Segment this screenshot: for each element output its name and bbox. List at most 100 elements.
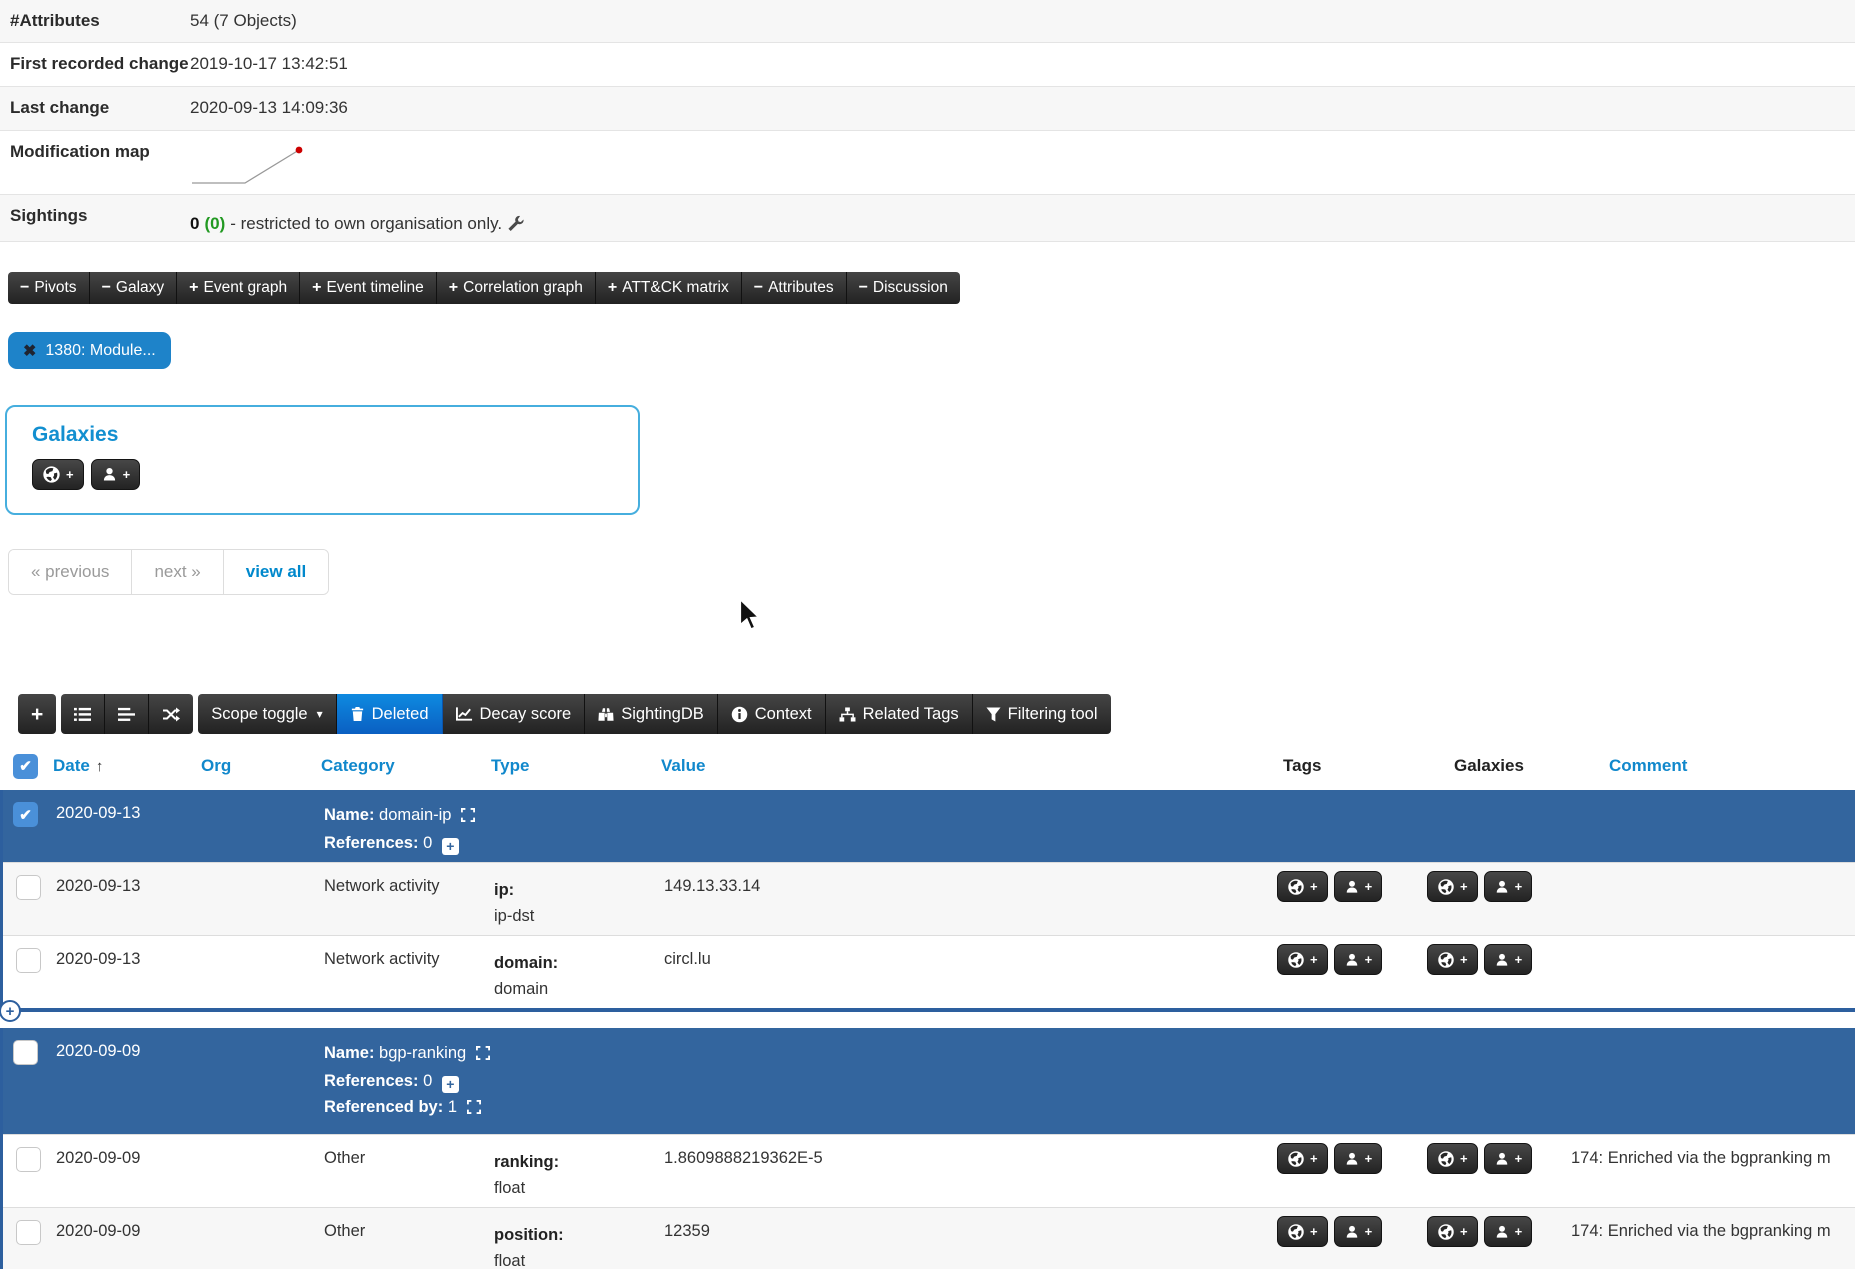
row-checkbox[interactable]: ✔ bbox=[13, 802, 38, 827]
view-toggle-bar: − Pivots − Galaxy + Event graph + Event … bbox=[8, 272, 960, 304]
summary-label: Last change bbox=[0, 87, 190, 130]
attributes-table-header: ✔ Date↑ Org Category Type Value Tags Gal… bbox=[0, 742, 1855, 790]
plus-icon: + bbox=[31, 704, 43, 725]
select-all-checkbox[interactable]: ✔ bbox=[13, 754, 38, 779]
add-attribute-button[interactable]: + bbox=[18, 694, 56, 734]
context-button[interactable]: Context bbox=[718, 694, 826, 734]
row-checkbox[interactable] bbox=[16, 1147, 41, 1172]
deleted-toggle-button[interactable]: Deleted bbox=[337, 694, 443, 734]
toggle-galaxy-button[interactable]: − Galaxy bbox=[90, 272, 178, 304]
check-icon: ✔ bbox=[19, 806, 32, 824]
add-local-galaxy-button[interactable]: + bbox=[1484, 944, 1533, 975]
summary-label: Sightings bbox=[0, 195, 190, 241]
chart-line-icon bbox=[456, 706, 473, 722]
plus-icon: + bbox=[1515, 1152, 1523, 1165]
add-global-tag-button[interactable]: + bbox=[1277, 1216, 1328, 1247]
sightingdb-button[interactable]: SightingDB bbox=[585, 694, 718, 734]
add-local-tag-button[interactable]: + bbox=[1334, 1216, 1383, 1247]
plus-icon: + bbox=[1365, 953, 1373, 966]
toggle-event-timeline-button[interactable]: + Event timeline bbox=[300, 272, 437, 304]
expand-icon[interactable] bbox=[476, 1042, 490, 1068]
row-checkbox[interactable] bbox=[16, 948, 41, 973]
add-local-galaxy-button[interactable]: + bbox=[1484, 1216, 1533, 1247]
sort-asc-icon: ↑ bbox=[96, 758, 104, 775]
wrench-icon[interactable] bbox=[507, 215, 524, 232]
shuffle-view-button[interactable] bbox=[149, 694, 193, 734]
row-checkbox[interactable] bbox=[13, 1040, 38, 1065]
add-global-galaxy-button[interactable]: + bbox=[1427, 1216, 1478, 1247]
attribute-row-ip: 2020-09-13 Network activity ip: ip-dst 1… bbox=[3, 862, 1855, 935]
row-checkbox[interactable] bbox=[16, 1220, 41, 1245]
plus-icon: + bbox=[189, 279, 198, 297]
expand-icon[interactable] bbox=[461, 804, 475, 830]
add-attribute-to-object-button[interactable]: + bbox=[0, 1000, 21, 1022]
sort-by-comment[interactable]: Comment bbox=[1609, 756, 1687, 775]
plus-icon: + bbox=[1365, 1225, 1373, 1238]
toggle-pivots-button[interactable]: − Pivots bbox=[8, 272, 90, 304]
object-comment: 174: Enriched via the bgpranking m bbox=[1567, 1122, 1855, 1136]
globe-icon bbox=[42, 465, 61, 484]
attribute-value: 12359 bbox=[654, 1208, 1271, 1269]
toggle-discussion-button[interactable]: − Discussion bbox=[847, 272, 960, 304]
decay-score-button[interactable]: Decay score bbox=[443, 694, 586, 734]
summary-label: #Attributes bbox=[0, 0, 190, 42]
add-global-galaxy-button[interactable]: + bbox=[1427, 871, 1478, 902]
add-local-tag-button[interactable]: + bbox=[1334, 871, 1383, 902]
toggle-attributes-button[interactable]: − Attributes bbox=[742, 272, 847, 304]
object-group-domain-ip: ✔ 2020-09-13 Name: domain-ip References:… bbox=[0, 790, 1855, 1012]
attribute-value: 1.8609888219362E-5 bbox=[654, 1135, 1271, 1207]
sort-by-category[interactable]: Category bbox=[321, 756, 395, 775]
references-count: 0 bbox=[423, 1072, 432, 1090]
sort-by-org[interactable]: Org bbox=[201, 756, 231, 775]
add-global-tag-button[interactable]: + bbox=[1277, 1143, 1328, 1174]
attribute-value: circl.lu bbox=[654, 936, 1271, 1008]
previous-page-button[interactable]: « previous bbox=[9, 550, 132, 594]
condensed-view-button[interactable] bbox=[105, 694, 149, 734]
sort-by-value[interactable]: Value bbox=[661, 756, 705, 775]
plus-icon: + bbox=[449, 279, 458, 297]
globe-icon bbox=[1437, 951, 1455, 969]
related-tags-button[interactable]: Related Tags bbox=[826, 694, 973, 734]
add-local-tag-button[interactable]: + bbox=[1334, 944, 1383, 975]
add-global-galaxy-button[interactable]: + bbox=[1427, 1143, 1478, 1174]
list-view-button[interactable] bbox=[61, 694, 105, 734]
event-tag[interactable]: ✖ 1380: Module... bbox=[8, 332, 171, 369]
mouse-cursor bbox=[738, 598, 768, 632]
add-reference-icon[interactable]: + bbox=[442, 838, 459, 855]
add-local-galaxy-button[interactable]: + bbox=[91, 459, 141, 490]
summary-value: 54 (7 Objects) bbox=[190, 0, 297, 42]
summary-row-attributes: #Attributes 54 (7 Objects) bbox=[0, 0, 1855, 43]
sort-by-type[interactable]: Type bbox=[491, 756, 529, 775]
user-icon bbox=[1344, 879, 1360, 895]
add-global-tag-button[interactable]: + bbox=[1277, 871, 1328, 902]
scope-toggle-button[interactable]: Scope toggle ▾ bbox=[198, 694, 336, 734]
remove-tag-icon[interactable]: ✖ bbox=[23, 341, 36, 361]
globe-icon bbox=[1287, 951, 1305, 969]
toggle-correlation-graph-button[interactable]: + Correlation graph bbox=[437, 272, 596, 304]
plus-icon: + bbox=[123, 468, 131, 481]
summary-row-sightings: Sightings 0 (0) - restricted to own orga… bbox=[0, 195, 1855, 242]
add-local-tag-button[interactable]: + bbox=[1334, 1143, 1383, 1174]
row-checkbox[interactable] bbox=[16, 875, 41, 900]
info-circle-icon bbox=[731, 706, 748, 723]
sort-by-date[interactable]: Date bbox=[53, 756, 90, 775]
attribute-value: 149.13.33.14 bbox=[654, 863, 1271, 935]
object-date: 2020-09-09 bbox=[48, 1028, 196, 1122]
view-all-button[interactable]: view all bbox=[224, 550, 328, 594]
summary-row-last-change: Last change 2020-09-13 14:09:36 bbox=[0, 87, 1855, 131]
toggle-event-graph-button[interactable]: + Event graph bbox=[177, 272, 300, 304]
user-icon bbox=[1494, 1151, 1510, 1167]
filtering-tool-button[interactable]: Filtering tool bbox=[973, 694, 1111, 734]
filter-icon bbox=[986, 707, 1001, 722]
add-global-galaxy-button[interactable]: + bbox=[32, 459, 84, 490]
next-page-button[interactable]: next » bbox=[132, 550, 223, 594]
attribute-row-position: 2020-09-09 Other position: float 12359 +… bbox=[3, 1207, 1855, 1269]
add-reference-icon[interactable]: + bbox=[442, 1076, 459, 1093]
minus-icon: − bbox=[20, 279, 29, 297]
expand-icon[interactable] bbox=[467, 1096, 481, 1122]
add-global-galaxy-button[interactable]: + bbox=[1427, 944, 1478, 975]
add-local-galaxy-button[interactable]: + bbox=[1484, 1143, 1533, 1174]
toggle-attack-matrix-button[interactable]: + ATT&CK matrix bbox=[596, 272, 742, 304]
add-local-galaxy-button[interactable]: + bbox=[1484, 871, 1533, 902]
add-global-tag-button[interactable]: + bbox=[1277, 944, 1328, 975]
